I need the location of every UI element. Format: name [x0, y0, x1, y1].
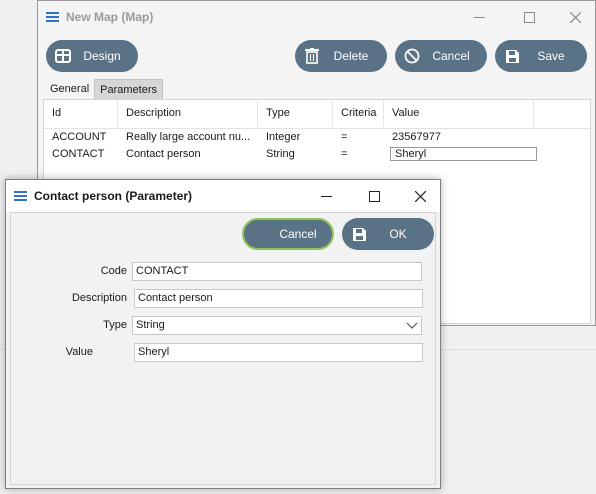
hamburger-list-icon	[46, 12, 59, 22]
prohibited-circle-icon	[403, 47, 421, 65]
row-description: Really large account nu...	[126, 131, 251, 143]
ok-button-label: OK	[389, 227, 407, 241]
minimize-button[interactable]	[456, 1, 502, 33]
table-row[interactable]: ACCOUNT Really large account nu... Integ…	[44, 128, 590, 146]
save-button-label: Save	[537, 49, 565, 63]
column-header-type[interactable]: Type	[258, 100, 333, 127]
map-window-title: New Map (Map)	[66, 10, 154, 24]
description-label: Description	[71, 292, 127, 304]
tab-strip: General Parameters	[45, 79, 163, 99]
row-id: ACCOUNT	[52, 131, 107, 143]
row-description: Contact person	[126, 148, 201, 160]
code-label: Code	[100, 265, 127, 277]
close-button[interactable]	[397, 180, 443, 212]
maximize-icon	[523, 11, 535, 23]
design-button-label: Design	[83, 49, 121, 63]
dialog-cancel-button[interactable]: Cancel	[242, 218, 334, 250]
save-button[interactable]: Save	[495, 40, 587, 72]
delete-button[interactable]: Delete	[295, 40, 387, 72]
tab-general[interactable]: General	[45, 79, 94, 99]
close-icon	[414, 190, 426, 202]
description-field[interactable]: Contact person	[134, 289, 423, 308]
parameter-form: Cancel OK Code CONTACT Description Conta…	[10, 212, 436, 485]
hamburger-list-icon	[14, 191, 27, 201]
value-field[interactable]: Sheryl	[134, 343, 423, 362]
maximize-icon	[368, 190, 380, 202]
cancel-button-label: Cancel	[432, 49, 470, 63]
chevron-down-icon	[406, 322, 418, 329]
minimize-button[interactable]	[303, 180, 349, 212]
delete-button-label: Delete	[333, 49, 369, 63]
maximize-button[interactable]	[351, 180, 397, 212]
table-row[interactable]: CONTACT Contact person String = Sheryl	[44, 145, 590, 163]
map-window-titlebar[interactable]: New Map (Map)	[38, 1, 595, 33]
cancel-button[interactable]: Cancel	[395, 40, 487, 72]
close-button[interactable]	[552, 1, 596, 33]
tab-parameters[interactable]: Parameters	[94, 79, 163, 99]
row-criteria: =	[341, 148, 348, 160]
dialog-cancel-label: Cancel	[279, 227, 317, 241]
row-type: String	[266, 148, 295, 160]
row-value: 23567977	[392, 131, 441, 143]
table-grid-icon	[54, 47, 72, 65]
parameter-dialog: Contact person (Parameter) Cancel OK Cod…	[5, 179, 441, 489]
type-label: Type	[103, 319, 127, 331]
floppy-disk-icon	[503, 47, 521, 65]
row-type: Integer	[266, 131, 301, 143]
minimize-icon	[473, 16, 485, 18]
parameter-dialog-title: Contact person (Parameter)	[34, 189, 193, 203]
row-value-editor[interactable]: Sheryl	[390, 147, 537, 161]
close-icon	[569, 11, 581, 23]
column-header-description[interactable]: Description	[118, 100, 258, 127]
code-field[interactable]: CONTACT	[132, 262, 422, 281]
type-select[interactable]: String	[132, 316, 422, 335]
parameter-dialog-titlebar[interactable]: Contact person (Parameter)	[6, 180, 440, 212]
design-button[interactable]: Design	[46, 40, 138, 72]
value-label: Value	[65, 346, 93, 358]
row-criteria: =	[341, 131, 348, 143]
ok-button[interactable]: OK	[342, 218, 434, 250]
grid-header: Id Description Type Criteria Value	[44, 100, 590, 129]
type-select-value: String	[136, 319, 165, 331]
floppy-disk-icon	[350, 225, 368, 243]
minimize-icon	[320, 195, 332, 197]
column-header-value[interactable]: Value	[384, 100, 534, 127]
column-header-criteria[interactable]: Criteria	[333, 100, 384, 127]
maximize-button[interactable]	[506, 1, 552, 33]
row-id: CONTACT	[52, 148, 105, 160]
column-header-id[interactable]: Id	[44, 100, 118, 127]
trash-icon	[303, 47, 321, 65]
